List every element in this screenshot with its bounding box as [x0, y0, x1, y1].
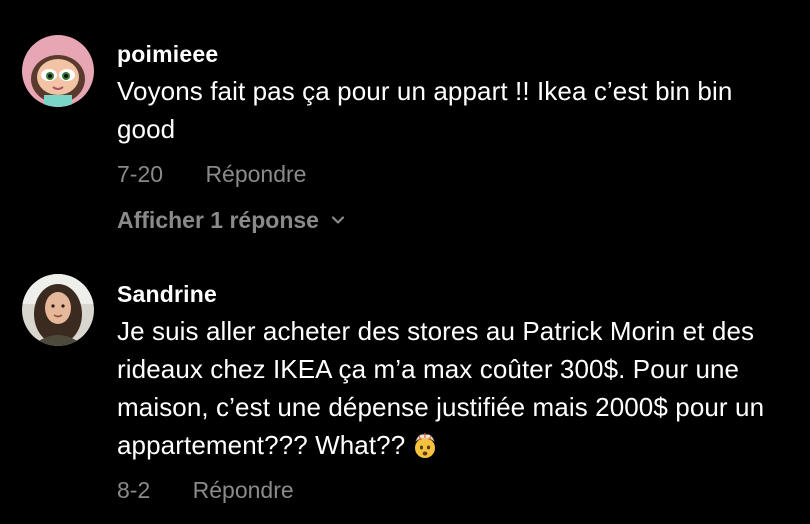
comment-meta: 7-20 Répondre — [117, 160, 790, 188]
comment-text-content: Je suis aller acheter des stores au Patr… — [117, 316, 765, 460]
view-replies-button[interactable]: Afficher 1 réponse — [117, 206, 345, 234]
view-replies-label: Afficher 1 réponse — [117, 207, 319, 233]
comment-meta: 8-2 Répondre — [117, 476, 790, 504]
comment-text: Je suis aller acheter des stores au Patr… — [117, 312, 790, 464]
comment-date: 8-2 — [117, 477, 151, 503]
chevron-down-icon — [331, 216, 345, 224]
comment-username[interactable]: Sandrine — [117, 280, 790, 308]
avatar[interactable] — [22, 35, 94, 107]
reply-button[interactable]: Répondre — [193, 476, 294, 504]
comment-text: Voyons fait pas ça pour un appart !! Ike… — [117, 76, 733, 144]
avatar[interactable] — [22, 274, 94, 346]
exploding-head-emoji-icon — [415, 433, 436, 458]
comment-body: poimieee Voyons fait pas ça pour un appa… — [117, 40, 790, 234]
comment-body: Sandrine Je suis aller acheter des store… — [117, 280, 790, 504]
comment-username[interactable]: poimieee — [117, 40, 790, 68]
comment-date: 7-20 — [117, 161, 164, 187]
reply-button[interactable]: Répondre — [205, 160, 306, 188]
